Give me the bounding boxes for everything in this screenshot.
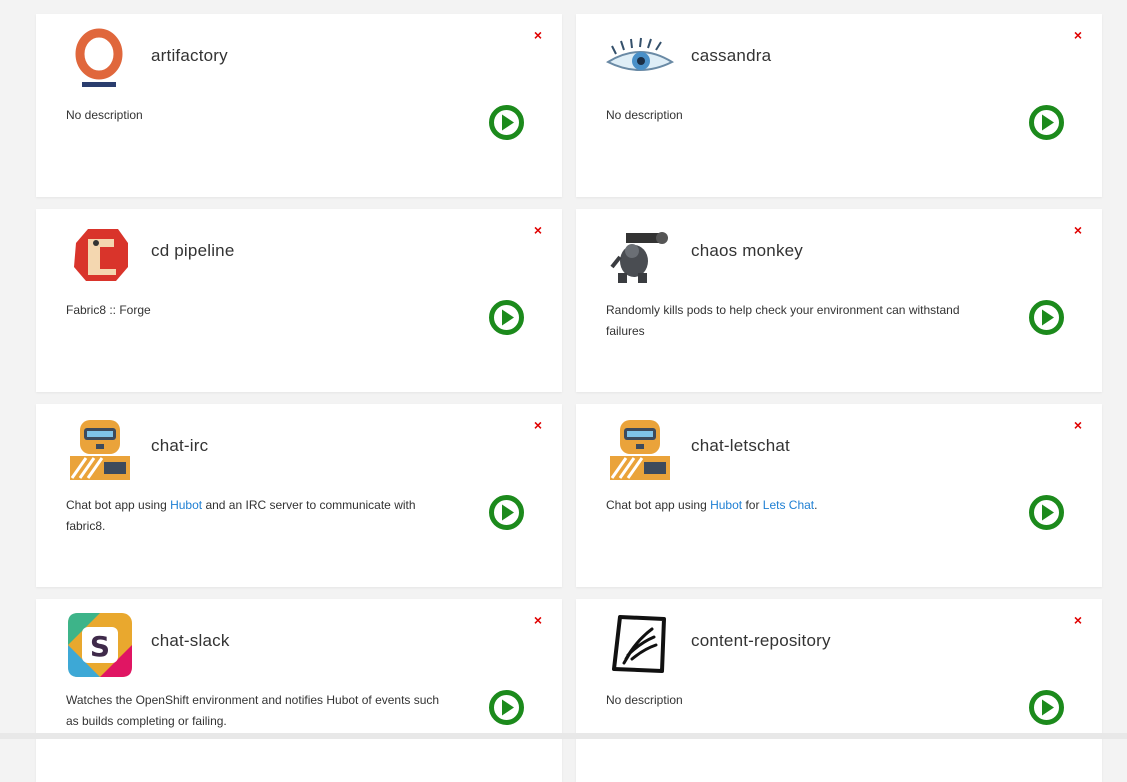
close-icon[interactable]: × bbox=[534, 28, 542, 42]
close-icon[interactable]: × bbox=[534, 613, 542, 627]
play-circle-icon bbox=[1029, 495, 1064, 530]
app-card-chat-irc: chat-irc × Chat bot app using Hubot and an… bbox=[36, 404, 562, 587]
description-text: No description bbox=[606, 108, 683, 122]
app-description: Chat bot app using Hubot and an IRC serv… bbox=[66, 495, 446, 537]
app-catalog-grid: artifactory × No description cassandra × No d… bbox=[36, 14, 1102, 782]
description-text: Randomly kills pods to help check your e… bbox=[606, 303, 960, 338]
app-description: No description bbox=[66, 105, 446, 126]
play-circle-icon bbox=[1029, 690, 1064, 725]
description-text: No description bbox=[66, 108, 143, 122]
description-text: for bbox=[742, 498, 763, 512]
description-text: Fabric8 :: Forge bbox=[66, 303, 151, 317]
app-card-cd-pipeline: cd pipeline ×Fabric8 :: Forge bbox=[36, 209, 562, 392]
run-button[interactable] bbox=[1029, 105, 1064, 140]
play-circle-icon bbox=[489, 300, 524, 335]
hubot-robot-logo-icon bbox=[66, 416, 134, 484]
app-title: cassandra bbox=[691, 46, 772, 65]
app-card-artifactory: artifactory × No description bbox=[36, 14, 562, 197]
app-card-content-repository: content-repository × No description bbox=[576, 599, 1102, 782]
play-circle-icon bbox=[489, 105, 524, 140]
app-title: cd pipeline bbox=[151, 241, 235, 260]
close-icon[interactable]: × bbox=[534, 223, 542, 237]
slack-logo-icon: S bbox=[66, 611, 134, 679]
close-icon[interactable]: × bbox=[1074, 613, 1082, 627]
bottom-edge bbox=[0, 733, 1127, 739]
app-card-chat-letschat: chat-letschat × Chat bot app using Hubot f… bbox=[576, 404, 1102, 587]
close-icon[interactable]: × bbox=[1074, 418, 1082, 432]
description-text: Chat bot app using bbox=[66, 498, 171, 512]
app-title: chaos monkey bbox=[691, 241, 804, 260]
app-title: chat-irc bbox=[151, 436, 209, 455]
run-button[interactable] bbox=[1029, 495, 1064, 530]
app-description: Chat bot app using Hubot for Lets Chat. bbox=[606, 495, 986, 516]
app-title: chat-slack bbox=[151, 631, 230, 650]
close-icon[interactable]: × bbox=[534, 418, 542, 432]
app-description: Randomly kills pods to help check your e… bbox=[606, 300, 986, 342]
play-circle-icon bbox=[489, 690, 524, 725]
close-icon[interactable]: × bbox=[1074, 223, 1082, 237]
app-description: No description bbox=[606, 690, 986, 711]
description-text: No description bbox=[606, 693, 683, 707]
run-button[interactable] bbox=[1029, 300, 1064, 335]
description-text: Chat bot app using bbox=[606, 498, 711, 512]
app-description: Watches the OpenShift environment and no… bbox=[66, 690, 446, 732]
play-circle-icon bbox=[489, 495, 524, 530]
chaos-monkey-logo-icon bbox=[606, 221, 674, 289]
run-button[interactable] bbox=[489, 495, 524, 530]
close-icon[interactable]: × bbox=[1074, 28, 1082, 42]
run-button[interactable] bbox=[489, 690, 524, 725]
app-card-cassandra: cassandra × No description bbox=[576, 14, 1102, 197]
run-button[interactable] bbox=[1029, 690, 1064, 725]
cd-pipeline-logo-icon bbox=[66, 221, 134, 289]
svg-text:S: S bbox=[90, 630, 110, 663]
app-description: Fabric8 :: Forge bbox=[66, 300, 446, 321]
app-description: No description bbox=[606, 105, 986, 126]
app-title: artifactory bbox=[151, 46, 228, 65]
hubot-robot-logo-icon bbox=[606, 416, 674, 484]
content-repository-logo-icon bbox=[606, 611, 674, 679]
description-link[interactable]: Hubot bbox=[170, 498, 202, 512]
description-link[interactable]: Hubot bbox=[710, 498, 742, 512]
description-text: . bbox=[814, 498, 818, 512]
app-title: chat-letschat bbox=[691, 436, 790, 455]
app-card-chat-slack: Schat-slack × Watches the OpenShift enviro… bbox=[36, 599, 562, 782]
description-text: Watches the OpenShift environment and no… bbox=[66, 693, 440, 728]
run-button[interactable] bbox=[489, 105, 524, 140]
cassandra-eye-logo-icon bbox=[606, 26, 674, 94]
play-circle-icon bbox=[1029, 105, 1064, 140]
play-circle-icon bbox=[1029, 300, 1064, 335]
app-card-chaos-monkey: chaos monkey × Randomly kills pods to help… bbox=[576, 209, 1102, 392]
app-title: content-repository bbox=[691, 631, 831, 650]
run-button[interactable] bbox=[489, 300, 524, 335]
artifactory-logo-icon bbox=[66, 26, 134, 94]
description-link[interactable]: Lets Chat bbox=[763, 498, 814, 512]
